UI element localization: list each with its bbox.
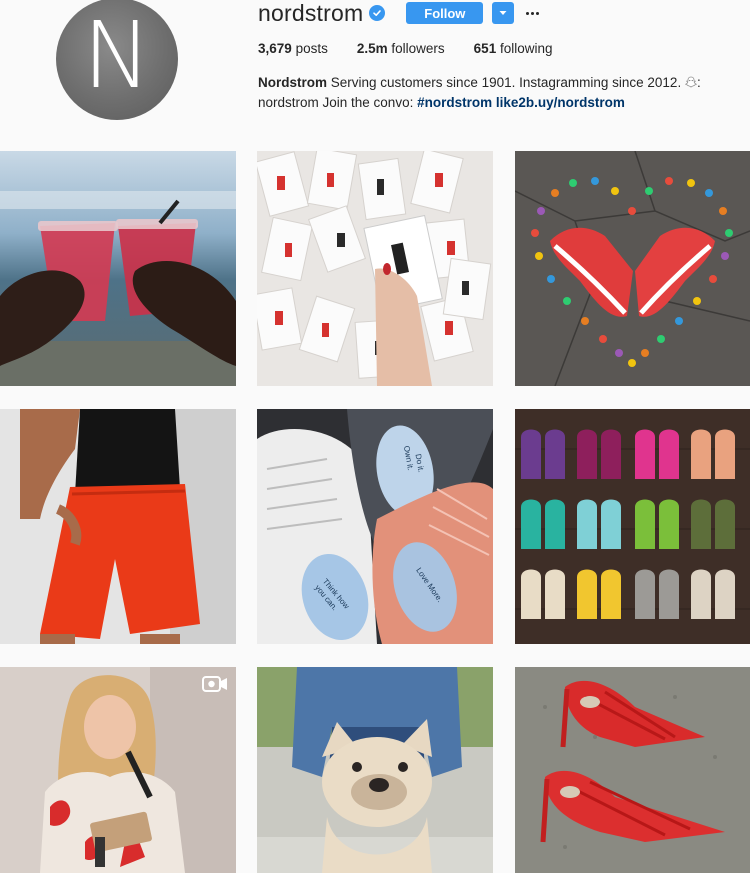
post-image-red-sneakers — [515, 151, 750, 386]
bio-name: Nordstrom — [258, 75, 328, 90]
post-tile-shorts[interactable] — [0, 409, 236, 644]
post-tile-sneakers-heart[interactable] — [515, 151, 750, 386]
followers-stat[interactable]: 2.5m followers — [357, 41, 445, 56]
posts-label: posts — [295, 41, 328, 56]
post-image-french-bulldog — [257, 667, 493, 873]
followers-count: 2.5m — [356, 41, 388, 56]
profile-avatar[interactable]: N — [56, 0, 178, 120]
post-tile-insoles[interactable]: Think how you can. Do it. Own it. Love M… — [257, 409, 493, 644]
post-tile-heels[interactable] — [515, 667, 750, 873]
hashtag-link[interactable]: #nordstrom — [417, 95, 492, 110]
post-tile-drinks[interactable] — [0, 151, 236, 386]
followers-label: followers — [391, 41, 445, 56]
more-options-icon[interactable] — [526, 11, 540, 15]
post-tile-moccasins[interactable] — [515, 409, 750, 644]
post-image-red-shorts — [0, 409, 236, 644]
profile-header: nordstrom Follow — [258, 0, 540, 26]
avatar-logo-letter: N — [82, 2, 152, 109]
post-image-baby-moccasins — [515, 409, 750, 644]
post-image-speaker-microphone — [0, 667, 236, 873]
username: nordstrom — [258, 0, 364, 26]
follow-button[interactable]: Follow — [406, 2, 484, 24]
video-camera-icon — [202, 675, 228, 693]
verified-badge-icon — [369, 5, 386, 21]
post-image-drinks-toast — [0, 151, 236, 386]
following-stat[interactable]: 651 following — [474, 41, 553, 56]
profile-stats: 3,679 posts 2.5m followers 651 following — [258, 41, 582, 56]
following-count: 651 — [473, 41, 497, 56]
post-image-sneaker-insoles: Think how you can. Do it. Own it. Love M… — [257, 409, 493, 644]
posts-stat: 3,679 posts — [258, 41, 328, 56]
posts-count: 3,679 — [258, 41, 292, 56]
bio-text-1: Serving customers since 1901. Instagramm… — [327, 75, 685, 90]
chevron-down-icon — [499, 11, 507, 15]
post-tile-speaker[interactable] — [0, 667, 236, 873]
post-image-red-heels — [515, 667, 750, 873]
post-tile-cards[interactable] — [257, 151, 493, 386]
snapchat-ghost-icon — [684, 76, 697, 88]
profile-bio: Nordstrom Serving customers since 1901. … — [258, 73, 728, 113]
suggestions-dropdown-button[interactable] — [492, 2, 515, 24]
post-image-playing-cards — [257, 151, 493, 386]
post-tile-bulldog[interactable] — [257, 667, 493, 873]
following-label: following — [499, 41, 553, 56]
website-link[interactable]: like2b.uy/nordstrom — [496, 95, 625, 110]
